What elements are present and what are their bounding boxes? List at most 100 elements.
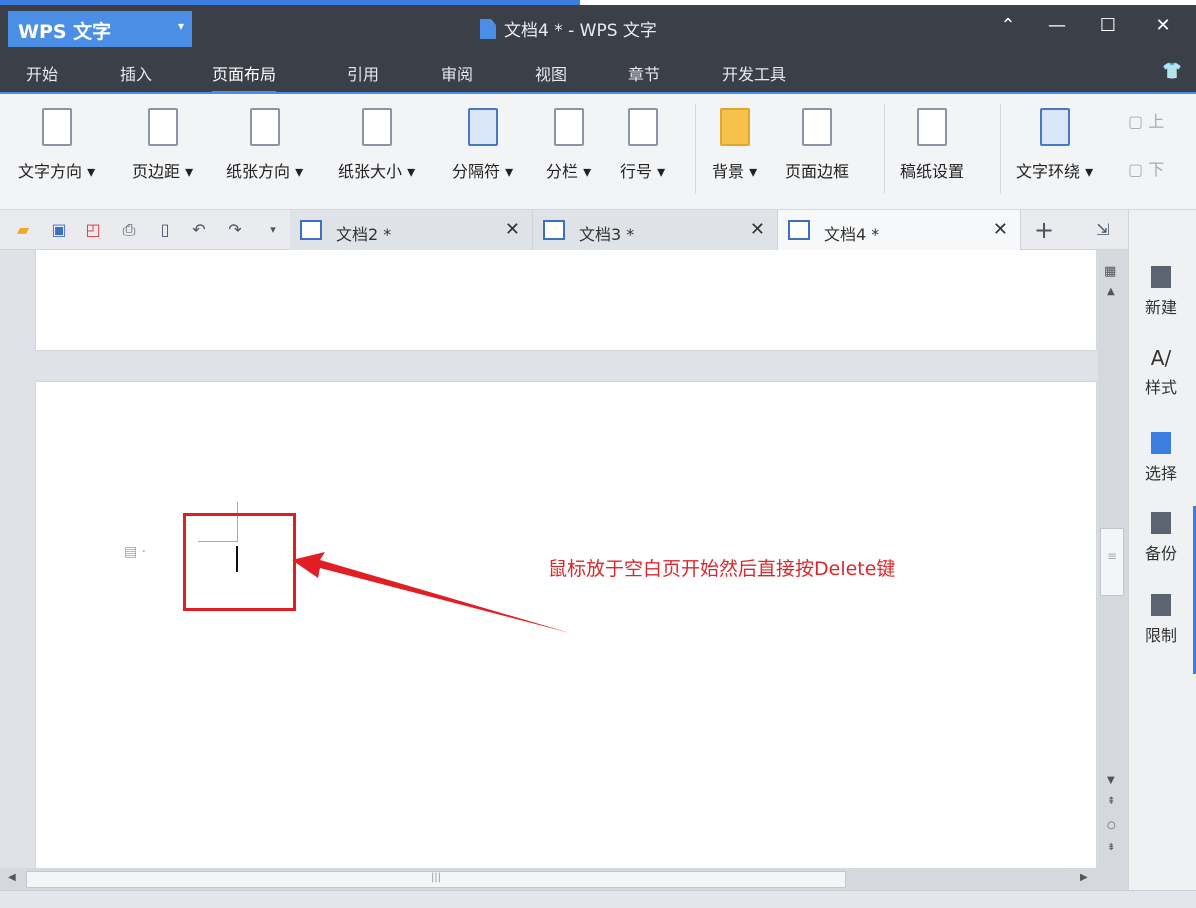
divider: [884, 104, 885, 194]
view-toggle-icon[interactable]: ▦: [1104, 264, 1116, 279]
tab-section[interactable]: 章节: [628, 61, 660, 85]
new-tab-icon[interactable]: +: [1034, 221, 1052, 239]
scroll-left-icon[interactable]: ◀: [8, 872, 16, 883]
app-name: WPS 文字: [18, 21, 111, 43]
columns-button[interactable]: 分栏 ▾: [546, 108, 591, 182]
text-wrap-icon: [1040, 108, 1070, 146]
text-direction-button[interactable]: 文字方向 ▾: [18, 108, 95, 182]
sidebar-item-styles[interactable]: A/样式: [1129, 346, 1193, 398]
close-icon[interactable]: ✕: [993, 219, 1008, 240]
tab-list-icon[interactable]: ⇲: [1094, 221, 1112, 239]
orientation-button[interactable]: 纸张方向 ▾: [226, 108, 303, 182]
close-icon[interactable]: ✕: [750, 219, 765, 240]
label: 背景: [712, 162, 744, 181]
tab-references[interactable]: 引用: [347, 61, 379, 85]
lock-doc-icon: [1151, 594, 1171, 616]
export-pdf-icon[interactable]: ◰: [84, 221, 102, 239]
app-menu-button[interactable]: WPS 文字▾: [8, 11, 192, 47]
scroll-up-icon[interactable]: ▲: [1107, 286, 1115, 297]
paper-size-icon: [362, 108, 392, 146]
label: 限制: [1145, 626, 1177, 645]
background-icon: [720, 108, 750, 146]
manuscript-settings-button[interactable]: 稿纸设置: [900, 108, 964, 182]
collapse-ribbon-button[interactable]: ⌃: [993, 15, 1023, 36]
sidebar-item-new[interactable]: 新建: [1129, 266, 1193, 318]
word-doc-icon: [543, 220, 565, 240]
background-button[interactable]: 背景 ▾: [712, 108, 757, 182]
styles-icon: A/: [1129, 346, 1193, 374]
word-doc-icon: [300, 220, 322, 240]
vertical-scrollbar[interactable]: ▦ ▲ ≡ ▼ ⇞ ○ ⇟: [1098, 250, 1128, 868]
select-browse-icon[interactable]: ○: [1107, 820, 1116, 831]
menu-bar: 开始 插入 页面布局 引用 审阅 视图 章节 开发工具 👕: [0, 52, 1196, 92]
tab-review[interactable]: 审阅: [441, 61, 473, 85]
breaks-button[interactable]: 分隔符 ▾: [452, 108, 513, 182]
tab-view[interactable]: 视图: [535, 61, 567, 85]
doc-tab-4[interactable]: 文档4 *✕: [778, 210, 1021, 250]
ribbon: 文字方向 ▾ 页边距 ▾ 纸张方向 ▾ 纸张大小 ▾ 分隔符 ▾ 分栏 ▾ 行号…: [0, 92, 1196, 210]
tab-developer[interactable]: 开发工具: [722, 61, 786, 85]
scroll-thumb[interactable]: |||: [26, 871, 846, 888]
send-backward-button[interactable]: ▢ 下: [1128, 156, 1164, 180]
new-doc-icon: [1151, 266, 1171, 288]
window-title: 文档4 * - WPS 文字: [480, 16, 657, 41]
tab-page-layout[interactable]: 页面布局: [212, 61, 276, 94]
close-button[interactable]: ✕: [1148, 15, 1178, 36]
label: 新建: [1145, 298, 1177, 317]
divider: [1000, 104, 1001, 194]
annotation-text: 鼠标放于空白页开始然后直接按Delete键: [548, 554, 895, 581]
line-numbers-icon: [628, 108, 658, 146]
orientation-icon: [250, 108, 280, 146]
margins-button[interactable]: 页边距 ▾: [132, 108, 193, 182]
tab-insert[interactable]: 插入: [120, 61, 152, 85]
paper-size-button[interactable]: 纸张大小 ▾: [338, 108, 415, 182]
label: 分栏: [546, 162, 578, 181]
label: 稿纸设置: [900, 162, 964, 181]
label: 备份: [1145, 544, 1177, 563]
document-tab-bar: ▰ ▣ ◰ ⎙ ▯ ↶ ↷ ▾ 文档2 * ✕ 文档3 * ✕ 文档4 *✕ + ⇲: [0, 210, 1128, 250]
skin-icon[interactable]: 👕: [1162, 61, 1182, 80]
label: 样式: [1145, 378, 1177, 397]
line-numbers-button[interactable]: 行号 ▾: [620, 108, 665, 182]
chevron-down-icon[interactable]: ▾: [264, 221, 282, 239]
scroll-thumb[interactable]: ≡: [1100, 528, 1124, 596]
tab-label: 文档2 *: [336, 225, 391, 244]
backup-icon: [1151, 512, 1171, 534]
minimize-button[interactable]: —: [1042, 15, 1072, 36]
tab-label: 文档3 *: [579, 225, 634, 244]
paragraph-icon[interactable]: ▤ ·: [124, 544, 146, 560]
document-icon: [480, 19, 496, 39]
horizontal-scrollbar[interactable]: ◀ ||| ▶: [0, 868, 1128, 890]
tab-start[interactable]: 开始: [26, 61, 58, 85]
save-icon[interactable]: ▣: [50, 221, 68, 239]
sidebar-item-restrict[interactable]: 限制: [1129, 594, 1193, 646]
print-icon[interactable]: ⎙: [120, 221, 138, 239]
previous-page: [36, 250, 1096, 350]
print-preview-icon[interactable]: ▯: [156, 221, 174, 239]
doc-tab-3[interactable]: 文档3 * ✕: [533, 210, 778, 250]
breaks-icon: [468, 108, 498, 146]
scroll-right-icon[interactable]: ▶: [1080, 872, 1088, 883]
label: 纸张大小: [338, 162, 402, 181]
page-borders-button[interactable]: 页面边框: [785, 108, 849, 182]
redo-icon[interactable]: ↷: [226, 221, 244, 239]
label: 选择: [1145, 464, 1177, 483]
label: 上: [1148, 112, 1164, 131]
text-wrap-button[interactable]: 文字环绕 ▾: [1016, 108, 1093, 182]
word-doc-icon: [788, 220, 810, 240]
close-icon[interactable]: ✕: [505, 219, 520, 240]
scroll-down-icon[interactable]: ▼: [1107, 775, 1115, 786]
arrow-icon: [292, 552, 570, 633]
manuscript-icon: [917, 108, 947, 146]
next-page-icon[interactable]: ⇟: [1107, 842, 1115, 853]
undo-icon[interactable]: ↶: [190, 221, 208, 239]
label: 页面边框: [785, 162, 849, 181]
bring-forward-button[interactable]: ▢ 上: [1128, 108, 1164, 132]
prev-page-icon[interactable]: ⇞: [1107, 796, 1115, 807]
arrow-annotation: [280, 540, 580, 640]
sidebar-item-backup[interactable]: 备份: [1129, 512, 1193, 564]
doc-tab-2[interactable]: 文档2 * ✕: [290, 210, 533, 250]
sidebar-item-select[interactable]: 选择: [1129, 432, 1193, 484]
maximize-button[interactable]: ☐: [1093, 15, 1123, 36]
open-icon[interactable]: ▰: [14, 221, 32, 239]
